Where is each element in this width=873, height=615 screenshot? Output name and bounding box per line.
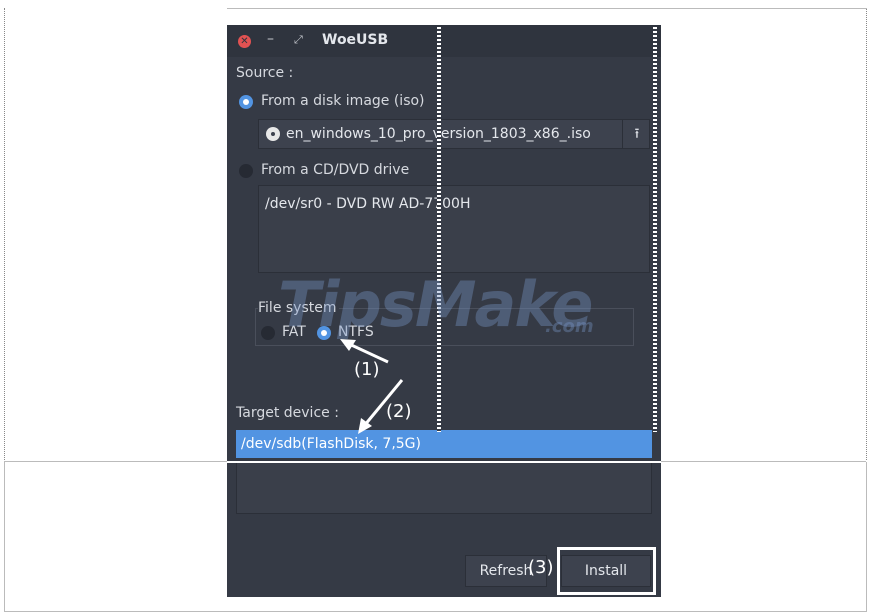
step-1-label: (1) xyxy=(354,359,380,380)
step-3-label: (3) xyxy=(528,557,554,578)
install-highlight-box xyxy=(557,547,656,595)
annotation-arrows xyxy=(340,339,404,434)
step-2-label: (2) xyxy=(386,401,412,422)
